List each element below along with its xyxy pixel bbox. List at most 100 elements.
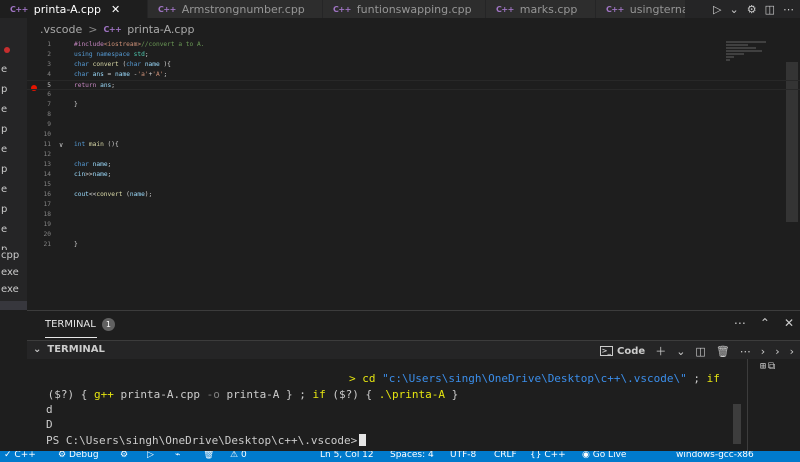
line-number: 20 [43,231,51,238]
tab-label: marks.cpp [519,2,578,16]
explorer-item[interactable]: p [0,164,27,182]
code-line[interactable]: 4 char ans = name -'a'+'A'; [27,70,800,80]
chevron-down-icon[interactable]: ⌄ [676,345,685,358]
explorer-item[interactable]: cpp [0,250,27,268]
gear-icon[interactable]: ⚙ [120,451,128,460]
explorer-item[interactable]: e [0,64,27,82]
terminal-if: if [312,388,326,401]
code-line[interactable]: 6 [27,90,800,100]
tab-terminal[interactable]: TERMINAL 1 [45,318,115,338]
code-text: char ans = name -'a'+'A'; [74,71,168,78]
more-icon[interactable]: ⋯ [740,345,751,358]
explorer-item[interactable]: e [0,184,27,202]
line-number: 16 [43,191,51,198]
breadcrumb-file[interactable]: printa-A.cpp [127,23,194,36]
explorer-item[interactable]: p [0,124,27,142]
code-line[interactable]: 5 return ans; [27,80,800,90]
code-line[interactable]: 9 [27,120,800,130]
terminal-header: ⌄ TERMINAL >_ Code ＋ ⌄ ◫ 🗑 ⋯ › › › [27,340,800,359]
tab-marks[interactable]: C++ marks.cpp [486,0,596,18]
code-line[interactable]: 15 [27,180,800,190]
status-golive[interactable]: ◉ Go Live [582,451,626,460]
maximize-panel-icon[interactable]: ⌃ [760,316,770,330]
code-text: cout<<convert (name); [74,191,153,198]
explorer-item[interactable]: exe [0,267,27,285]
code-line[interactable]: 19 [27,220,800,230]
status-debug[interactable]: ⚙ Debug [58,451,99,460]
gear-icon[interactable]: ⚙ [747,3,757,16]
code-line[interactable]: 2 using namespace std; [27,50,800,60]
terminal-output[interactable]: > cd "c:\Users\singh\OneDrive\Desktop\c+… [27,359,800,451]
close-icon[interactable]: ✕ [111,3,120,16]
tab-armstrongnumber[interactable]: C++ Armstrongnumber.cpp [148,0,323,18]
explorer-item[interactable]: p [0,204,27,222]
status-eol[interactable]: CRLF [494,451,517,460]
cpp-file-icon: C++ [103,24,122,34]
fold-chevron-icon[interactable]: ∨ [59,140,63,150]
code-line[interactable]: 17 [27,200,800,210]
code-line[interactable]: 21} [27,240,800,250]
code-line[interactable]: 20 [27,230,800,240]
explorer-item[interactable]: e [0,104,27,122]
line-number: 10 [43,131,51,138]
status-cursor-position[interactable]: Ln 5, Col 12 [320,451,374,460]
code-line[interactable]: 1 #include<iostream>//convert a to A. [27,40,800,50]
run-icon[interactable]: ▷ [147,451,154,460]
split-editor-icon[interactable]: ◫ [765,3,775,16]
tab-label: Armstrongnumber.cpp [181,2,305,16]
terminal-run: .\printa-A [378,388,446,401]
status-errors[interactable]: ⚠ 0 [230,451,247,460]
explorer-item[interactable]: p [0,84,27,102]
terminal-prompt-line: PS C:\Users\singh\OneDrive\Desktop\c++\.… [46,433,367,448]
terminal-command-line-2: ($?) { g++ printa-A.cpp -o printa-A } ; … [41,387,459,402]
more-icon[interactable]: ⋯ [783,3,794,16]
explorer-item[interactable]: e [0,224,27,242]
code-line[interactable]: 13 char name; [27,160,800,170]
terminal-scroll-track [747,359,748,451]
code-line[interactable]: 7} [27,100,800,110]
explorer-item[interactable]: e [0,144,27,162]
code-line[interactable]: 12 [27,150,800,160]
chevron-right-icon[interactable]: › [761,345,765,358]
chevron-right-icon[interactable]: › [790,345,794,358]
code-line[interactable]: 14 cin>>name; [27,170,800,180]
launch-profile-icon[interactable]: ⊞ [760,361,766,372]
split-terminal-icon[interactable]: ◫ [695,345,705,358]
terminal-scrollbar[interactable] [733,404,741,444]
chevron-right-icon[interactable]: › [775,345,779,358]
breadcrumb-folder[interactable]: .vscode [40,23,82,36]
status-compiler[interactable]: windows-gcc-x86 [676,451,754,460]
code-line[interactable]: 11 ∨ int main (){ [27,140,800,150]
chevron-down-icon: ⌄ [33,344,42,355]
add-terminal-icon[interactable]: ＋ [655,343,666,359]
tab-actions: ▷ ⌄ ⚙ ◫ ⋯ [707,0,800,18]
run-icon[interactable]: ▷ [713,3,721,16]
explorer-item[interactable]: exe [0,284,27,302]
tab-printa-a[interactable]: C++ printa-A.cpp ✕ [0,0,148,18]
line-number: 15 [43,181,51,188]
chevron-down-icon[interactable]: ⌄ [730,3,739,16]
split-terminal-icon[interactable]: ⧉ [768,361,775,372]
code-line[interactable]: 10 [27,130,800,140]
terminal-section-title[interactable]: ⌄ TERMINAL [33,344,105,355]
code-line[interactable]: 3 char convert (char name ){ [27,60,800,70]
trash-icon[interactable]: 🗑 [716,345,730,358]
explorer-sidebar-lower: cpp exe exe [0,250,27,310]
code-line[interactable]: 16 cout<<convert (name); [27,190,800,200]
terminal-profile[interactable]: >_ Code [599,346,645,357]
code-line[interactable]: 8 [27,110,800,120]
code-editor[interactable]: 1 #include<iostream>//convert a to A. 2 usi… [27,38,800,308]
tab-usingternary[interactable]: C++ usingternar [596,0,686,18]
status-language[interactable]: {} C++ [530,451,566,460]
debug-icon[interactable]: ⌁ [175,451,180,460]
tab-funtionswapping[interactable]: C++ funtionswapping.cpp [323,0,486,18]
status-indentation[interactable]: Spaces: 4 [390,451,434,460]
close-icon[interactable]: ✕ [784,316,794,330]
code-line[interactable]: 18 [27,210,800,220]
more-icon[interactable]: ⋯ [734,316,746,330]
trash-icon[interactable]: 🗑 [203,451,214,460]
explorer-item-selected[interactable] [0,301,27,310]
status-encoding[interactable]: UTF-8 [450,451,476,460]
status-language-left[interactable]: ✓ C++ [4,451,36,460]
breakpoint-dot-icon [4,47,10,53]
